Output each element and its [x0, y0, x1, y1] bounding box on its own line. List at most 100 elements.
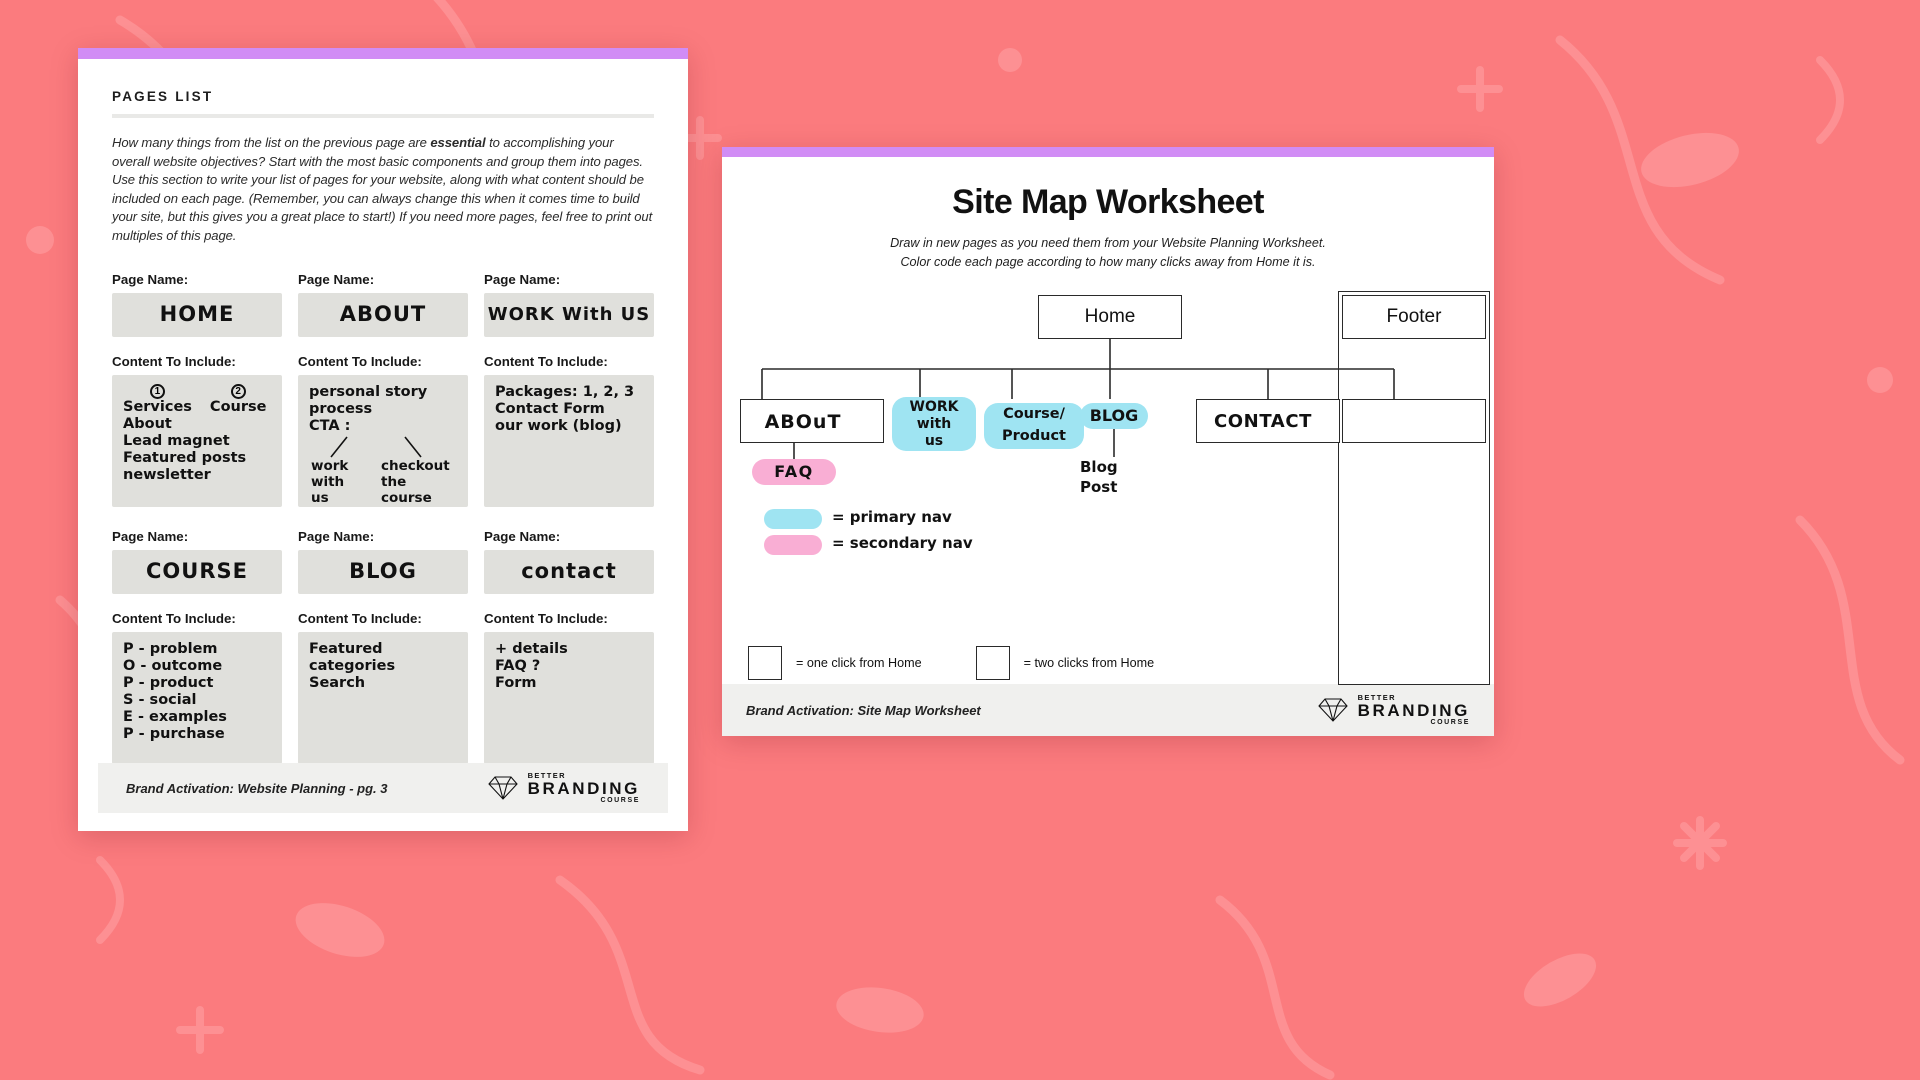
page-name-label: Page Name: — [298, 271, 375, 287]
footer-text: Brand Activation: Site Map Worksheet — [746, 702, 981, 718]
content-line: Featured posts — [123, 449, 247, 466]
node-contact-label: CONTACT — [1213, 411, 1313, 432]
content-line: personal story — [309, 383, 428, 400]
footer-column-inner-box — [1342, 399, 1486, 443]
legend-label-primary: = primary nav — [832, 508, 952, 526]
content-line: Services — [123, 398, 192, 415]
click-legend-label-two: = two clicks from Home — [1023, 656, 1155, 670]
click-legend-box-two[interactable] — [975, 646, 1010, 680]
intro-part-b: to accomplishing your overall website ob… — [112, 135, 653, 243]
node-home[interactable]: Home — [1038, 295, 1182, 339]
page-name-input-home[interactable]: HOME — [112, 292, 282, 337]
marker-1: 1 — [149, 383, 165, 399]
content-line: newsletter — [123, 467, 211, 483]
content-line: About — [123, 415, 172, 432]
brand-branding: BRANDING — [527, 778, 640, 798]
page-title: Site Map Worksheet — [952, 183, 1264, 221]
content-line: Packages: 1, 2, 3 — [495, 383, 635, 400]
page-name-input-blog[interactable]: BLOG — [298, 549, 468, 594]
brand-lockup: BETTER BRANDING COURSE — [486, 772, 640, 804]
subtitle-line-2: Color code each page according to how ma… — [900, 255, 1316, 269]
sheet-accent-bar — [722, 147, 1494, 157]
page-name-label: Page Name: — [298, 528, 375, 544]
cta-branch-lines-icon — [330, 436, 422, 458]
page-cell-about: Page Name: ABOUT Content To Include: per… — [298, 272, 468, 529]
click-legend: = one click from Home = two clicks from … — [748, 646, 1154, 680]
page-cell-contact: Page Name: contact Content To Include: +… — [484, 529, 654, 786]
legend-label-secondary: = secondary nav — [832, 534, 973, 552]
content-line: our work (blog) — [495, 417, 622, 434]
content-line: O - outcome — [123, 657, 223, 674]
site-map-worksheet: Site Map Worksheet Draw in new pages as … — [722, 147, 1494, 736]
content-line: CTA : — [309, 417, 351, 434]
content-label: Content To Include: — [112, 610, 236, 626]
footer-text: Brand Activation: Website Planning - pg.… — [126, 780, 388, 796]
content-label: Content To Include: — [112, 353, 236, 369]
page-subtitle: Draw in new pages as you need them from … — [748, 234, 1468, 272]
content-label: Content To Include: — [484, 610, 608, 626]
page-name-input-work-with-us[interactable]: WORK With US — [484, 292, 654, 337]
page-cell-blog: Page Name: BLOG Content To Include: Feat… — [298, 529, 468, 786]
content-line: + details — [495, 640, 568, 657]
pages-list-intro: How many things from the list on the pre… — [112, 134, 654, 246]
page-cell-course: Page Name: COURSE Content To Include: P … — [112, 529, 282, 786]
content-line: Form — [495, 674, 537, 691]
content-line: P - product — [123, 674, 214, 691]
page-name-input-course[interactable]: COURSE — [112, 549, 282, 594]
content-line: S - social — [123, 691, 197, 708]
content-label: Content To Include: — [298, 353, 422, 369]
node-blog-label: BLOG — [1089, 406, 1139, 425]
content-line: P - problem — [123, 640, 218, 657]
node-work-with-us-label: WORK with us — [909, 399, 959, 449]
page-name-value-about: ABOUT — [339, 302, 427, 327]
page-name-label: Page Name: — [484, 271, 561, 287]
page-name-value-course: COURSE — [146, 559, 248, 584]
click-legend-box-one[interactable] — [748, 646, 782, 680]
content-input-blog[interactable]: Featured categories Search — [298, 631, 468, 764]
content-line: Featured — [309, 640, 383, 657]
legend-swatch-secondary — [764, 535, 822, 555]
content-label: Content To Include: — [484, 353, 608, 369]
content-line: Course — [209, 398, 267, 415]
click-legend-label-one: = one click from Home — [796, 656, 922, 670]
content-line: process — [309, 400, 373, 417]
brand-lockup: BETTER BRANDING COURSE — [1316, 694, 1470, 726]
pages-list-worksheet: PAGES LIST How many things from the list… — [78, 48, 688, 831]
marker-2: 2 — [230, 383, 246, 399]
content-label: Content To Include: — [298, 610, 422, 626]
brand-course: COURSE — [1430, 718, 1470, 726]
diamond-icon — [1317, 698, 1348, 722]
node-footer-label: Footer — [1386, 306, 1442, 327]
diamond-icon — [487, 776, 518, 800]
page-name-value-work-with-us: WORK With US — [487, 303, 651, 325]
content-input-contact[interactable]: + details FAQ ? Form — [484, 631, 654, 764]
page-name-input-about[interactable]: ABOUT — [298, 292, 468, 337]
node-home-label: Home — [1084, 306, 1136, 327]
content-input-course[interactable]: P - problem O - outcome P - product S - … — [112, 631, 282, 764]
pages-sheet-footer: Brand Activation: Website Planning - pg.… — [98, 763, 668, 813]
page-name-input-contact[interactable]: contact — [484, 549, 654, 594]
content-line: P - purchase — [123, 726, 225, 743]
cta-left-text: work with us — [311, 457, 349, 506]
legend-swatch-primary — [764, 509, 822, 529]
page-cell-home: Page Name: HOME Content To Include: 1 Se… — [112, 272, 282, 529]
cta-right-text: checkout the course — [381, 457, 450, 506]
node-footer[interactable]: Footer — [1342, 295, 1486, 339]
pages-grid: Page Name: HOME Content To Include: 1 Se… — [112, 272, 654, 786]
footer-column-container — [1338, 291, 1490, 685]
page-name-label: Page Name: — [112, 528, 189, 544]
content-line: categories — [309, 657, 396, 674]
brand-course: COURSE — [600, 796, 640, 804]
content-line: Contact Form — [495, 400, 605, 417]
divider — [112, 114, 654, 118]
page-name-label: Page Name: — [484, 528, 561, 544]
node-about-label: ABOuT — [764, 411, 842, 433]
page-name-value-blog: BLOG — [349, 559, 417, 584]
content-input-home[interactable]: 1 Services 2 Course About Lead magnet Fe… — [112, 374, 282, 507]
content-line: Search — [309, 674, 366, 691]
node-course-product-label: Course/ Product — [1002, 406, 1066, 444]
brand-branding: BRANDING — [1357, 700, 1470, 720]
content-input-work-with-us[interactable]: Packages: 1, 2, 3 Contact Form our work … — [484, 374, 654, 507]
content-input-about[interactable]: personal story process CTA : work with u… — [298, 374, 468, 507]
node-blog-post-label: Blog Post — [1080, 458, 1118, 496]
